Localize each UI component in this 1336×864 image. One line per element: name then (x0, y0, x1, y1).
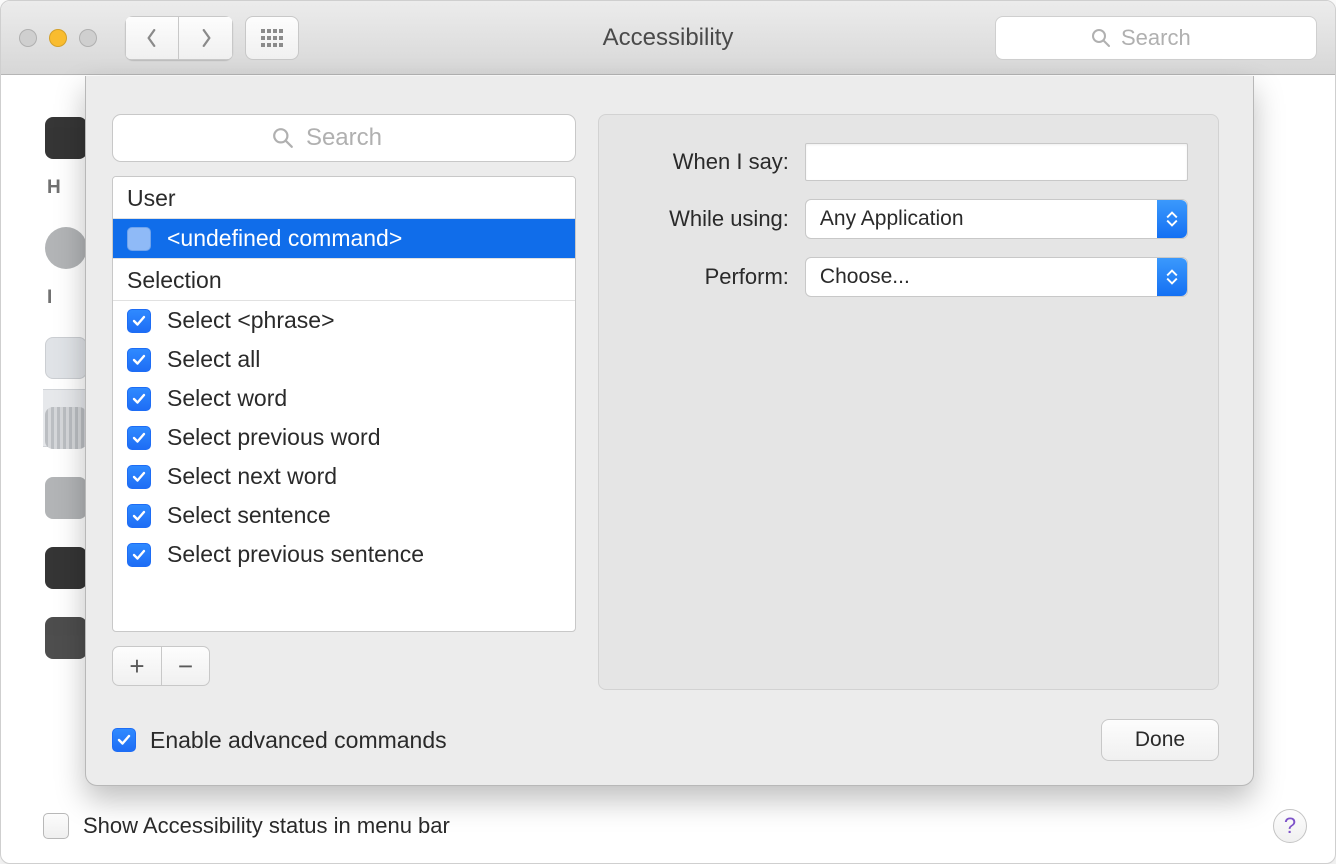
show-all-button[interactable] (245, 16, 299, 60)
list-item-label: Select all (167, 346, 260, 373)
window-close-button[interactable] (19, 29, 37, 47)
list-item[interactable]: Select all (113, 340, 575, 379)
nav-buttons (125, 16, 233, 60)
dictation-commands-sheet: User <undefined command> Selection Selec… (85, 76, 1254, 786)
traffic-lights (19, 29, 97, 47)
status-checkbox[interactable] (43, 813, 69, 839)
grid-icon (261, 29, 283, 47)
sidebar-icon[interactable] (45, 477, 87, 519)
sidebar-heading-fragment: H (45, 177, 61, 199)
toolbar-search-input[interactable] (1121, 25, 1221, 51)
list-item-label: Select <phrase> (167, 307, 335, 334)
chevron-right-icon (197, 29, 215, 47)
accessibility-window: Accessibility H I (0, 0, 1336, 864)
list-section-header: Selection (113, 258, 575, 301)
list-item[interactable]: Select previous sentence (113, 535, 575, 574)
list-item[interactable]: Select <phrase> (113, 301, 575, 340)
popup-arrows-icon (1157, 200, 1187, 238)
list-item-label: Select word (167, 385, 287, 412)
list-item-label: Select previous word (167, 424, 381, 451)
list-section-header: User (113, 177, 575, 219)
list-item-label: <undefined command> (167, 225, 402, 252)
add-remove-buttons: + − (112, 646, 210, 686)
window-minimize-button[interactable] (49, 29, 67, 47)
remove-button[interactable]: − (161, 647, 209, 685)
list-item-label: Select previous sentence (167, 541, 424, 568)
perform-label: Perform: (629, 264, 789, 290)
checkbox[interactable] (127, 309, 151, 333)
list-item[interactable]: Select next word (113, 457, 575, 496)
while-using-label: While using: (629, 206, 789, 232)
help-icon: ? (1284, 813, 1296, 839)
perform-popup[interactable]: Choose... (805, 257, 1188, 297)
checkbox[interactable] (127, 348, 151, 372)
commands-search-input[interactable] (306, 124, 416, 152)
enable-advanced-checkbox[interactable] (112, 728, 136, 752)
chevron-left-icon (143, 29, 161, 47)
enable-advanced-label: Enable advanced commands (150, 727, 447, 754)
window-zoom-button[interactable] (79, 29, 97, 47)
checkbox[interactable] (127, 227, 151, 251)
when-i-say-label: When I say: (629, 149, 789, 175)
checkbox[interactable] (127, 465, 151, 489)
sheet-bottom-bar: Enable advanced commands Done (112, 719, 1219, 761)
list-item-label: Select sentence (167, 502, 331, 529)
commands-left-column: User <undefined command> Selection Selec… (112, 114, 576, 686)
when-i-say-field[interactable] (805, 143, 1188, 181)
while-using-popup[interactable]: Any Application (805, 199, 1188, 239)
done-button[interactable]: Done (1101, 719, 1219, 761)
sidebar-icon[interactable] (45, 617, 87, 659)
status-label: Show Accessibility status in menu bar (83, 813, 450, 839)
list-item[interactable]: <undefined command> (113, 219, 575, 258)
search-icon (1091, 28, 1111, 48)
add-button[interactable]: + (113, 647, 161, 685)
enable-advanced-row[interactable]: Enable advanced commands (112, 727, 447, 754)
help-button[interactable]: ? (1273, 809, 1307, 843)
search-icon (272, 127, 294, 149)
back-button[interactable] (125, 16, 179, 60)
checkbox[interactable] (127, 543, 151, 567)
perform-value: Choose... (820, 265, 910, 289)
sidebar-icon[interactable] (45, 117, 87, 159)
list-item-label: Select next word (167, 463, 337, 490)
while-using-value: Any Application (820, 207, 964, 231)
sidebar-icon[interactable] (45, 227, 87, 269)
sidebar-icon[interactable] (45, 407, 87, 449)
forward-button[interactable] (179, 16, 233, 60)
commands-list[interactable]: User <undefined command> Selection Selec… (112, 176, 576, 632)
command-detail-panel: When I say: While using: Any Application… (598, 114, 1219, 690)
checkbox[interactable] (127, 426, 151, 450)
toolbar-search[interactable] (995, 16, 1317, 60)
commands-search[interactable] (112, 114, 576, 162)
sidebar-icon[interactable] (45, 337, 87, 379)
list-item[interactable]: Select word (113, 379, 575, 418)
sidebar-icon[interactable] (45, 547, 87, 589)
checkbox[interactable] (127, 387, 151, 411)
list-item[interactable]: Select previous word (113, 418, 575, 457)
titlebar: Accessibility (1, 1, 1335, 75)
status-in-menu-bar-row[interactable]: Show Accessibility status in menu bar (43, 813, 450, 839)
list-item[interactable]: Select sentence (113, 496, 575, 535)
checkbox[interactable] (127, 504, 151, 528)
popup-arrows-icon (1157, 258, 1187, 296)
